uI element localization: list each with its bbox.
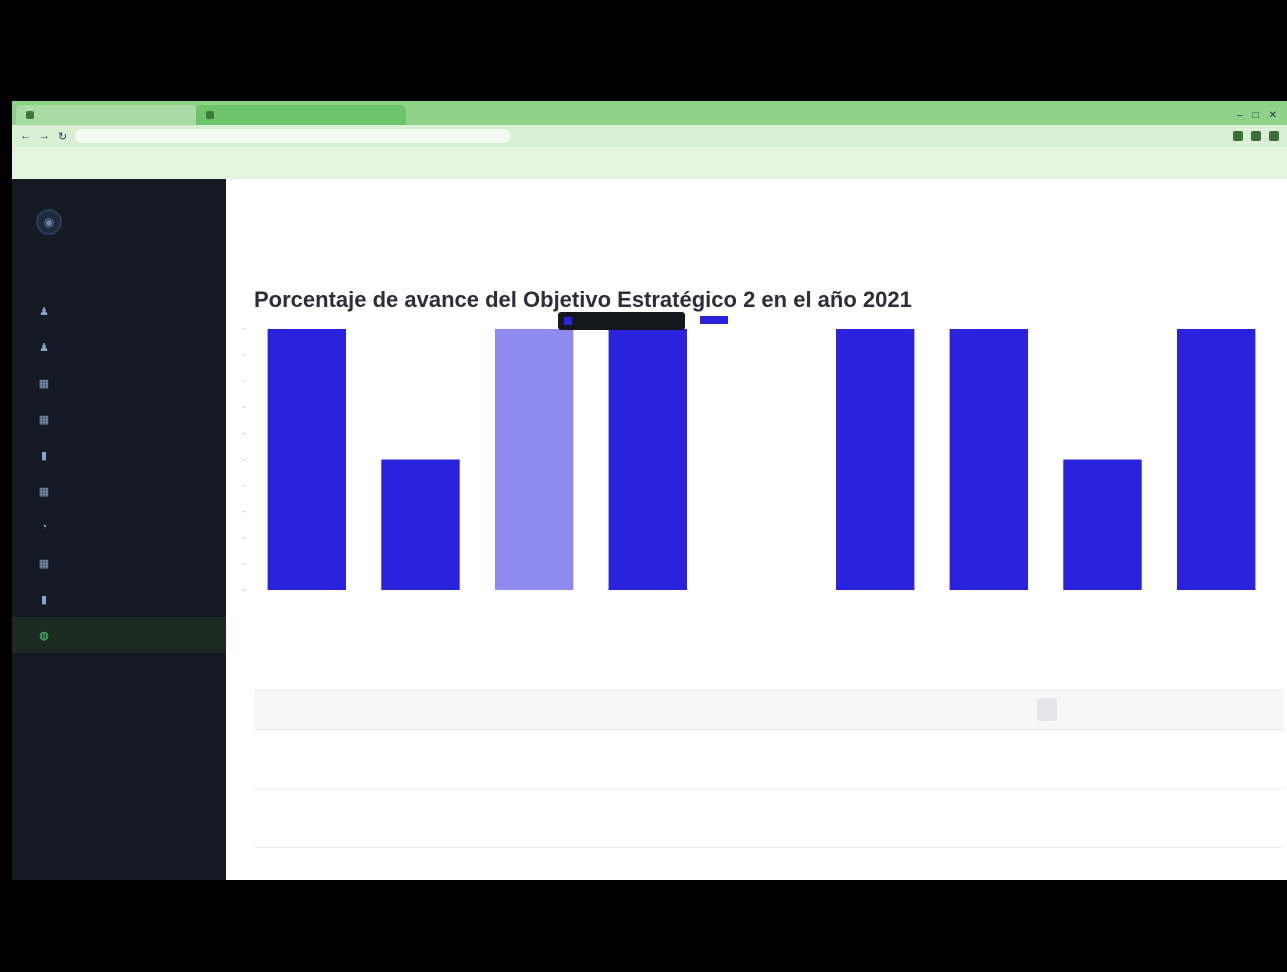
table-row[interactable] (254, 730, 1284, 789)
app: ◉ ♟ ♟ ▦ ▦ ▮ ▦ ◔ ▦ ▮ ◍ Porcentaje de avan… (12, 179, 1287, 880)
address-bar: ← → ↻ (12, 125, 1287, 147)
grid-icon: ▦ (38, 557, 50, 570)
sidebar-item-active[interactable]: ◍ (12, 617, 226, 653)
bar-chart (238, 324, 1273, 634)
close-icon[interactable]: ✕ (1269, 110, 1277, 121)
browser-window: – □ ✕ ← → ↻ ◉ ♟ ♟ ▦ ▦ ▮ ▦ ◔ ▦ ▮ ◍ Porcen… (12, 101, 1287, 880)
sidebar-item[interactable]: ▦ (12, 401, 226, 437)
profile-icon[interactable] (1269, 131, 1279, 141)
extension-icon[interactable] (1233, 131, 1243, 141)
chart-bar[interactable] (267, 329, 346, 590)
browser-tab[interactable] (16, 105, 196, 125)
table-header (254, 689, 1284, 730)
chart-tooltip (558, 312, 685, 330)
sidebar-item[interactable]: ▦ (12, 365, 226, 401)
favicon-icon (26, 111, 34, 119)
sidebar-item[interactable]: ◔ (12, 509, 226, 545)
user-icon: ♟ (39, 305, 49, 318)
sidebar: ◉ ♟ ♟ ▦ ▦ ▮ ▦ ◔ ▦ ▮ ◍ (12, 179, 226, 880)
data-table (254, 689, 1284, 848)
sidebar-item[interactable]: ▦ (12, 473, 226, 509)
column-header[interactable] (1037, 697, 1185, 721)
grid-icon: ▦ (38, 377, 50, 390)
bar-icon: ▮ (40, 449, 48, 462)
chart-bar[interactable] (608, 329, 687, 590)
back-icon[interactable]: ← (20, 130, 31, 142)
maximize-icon[interactable]: □ (1253, 110, 1259, 121)
logo-icon[interactable]: ◉ (36, 209, 62, 235)
main-content: Porcentaje de avance del Objetivo Estrat… (226, 179, 1287, 880)
forward-icon[interactable]: → (39, 130, 50, 142)
bar-icon: ▮ (40, 593, 48, 606)
window-controls: – □ ✕ (1227, 110, 1287, 125)
table-row[interactable] (254, 789, 1284, 848)
globe-icon: ◍ (39, 629, 49, 642)
browser-tab-active[interactable] (196, 105, 406, 125)
grid-icon: ▦ (38, 413, 50, 426)
bar-chart-svg (242, 328, 1256, 591)
bookmarks-bar (12, 147, 1287, 180)
favicon-icon (206, 111, 214, 119)
chart-bar[interactable] (1177, 329, 1256, 590)
chart-bar[interactable] (949, 329, 1028, 590)
sidebar-item[interactable]: ♟ (12, 293, 226, 329)
url-field[interactable] (75, 129, 512, 143)
reload-icon[interactable]: ↻ (58, 130, 67, 143)
chart-bar[interactable] (381, 459, 460, 591)
extension-icons (1233, 131, 1279, 141)
sidebar-item[interactable]: ♟ (12, 329, 226, 365)
chart-bar[interactable] (1063, 459, 1142, 591)
tab-strip: – □ ✕ (12, 101, 1287, 125)
sidebar-item[interactable]: ▦ (12, 545, 226, 581)
chart-legend[interactable] (700, 316, 734, 324)
tooltip-swatch (564, 316, 572, 325)
minimize-icon[interactable]: – (1237, 110, 1243, 121)
grid-icon: ▦ (38, 485, 50, 498)
chart-bar[interactable] (495, 329, 574, 590)
legend-swatch (700, 316, 728, 324)
chart-title: Porcentaje de avance del Objetivo Estrat… (254, 287, 912, 312)
sidebar-item[interactable]: ▮ (12, 437, 226, 473)
extension-icon[interactable] (1251, 131, 1261, 141)
sidebar-nav: ♟ ♟ ▦ ▦ ▮ ▦ ◔ ▦ ▮ ◍ (12, 293, 226, 653)
chart-bar[interactable] (836, 329, 915, 590)
chart-icon: ◔ (40, 521, 48, 533)
sidebar-item[interactable]: ▮ (12, 581, 226, 617)
user-icon: ♟ (39, 341, 49, 354)
column-header-badge (1037, 697, 1058, 721)
